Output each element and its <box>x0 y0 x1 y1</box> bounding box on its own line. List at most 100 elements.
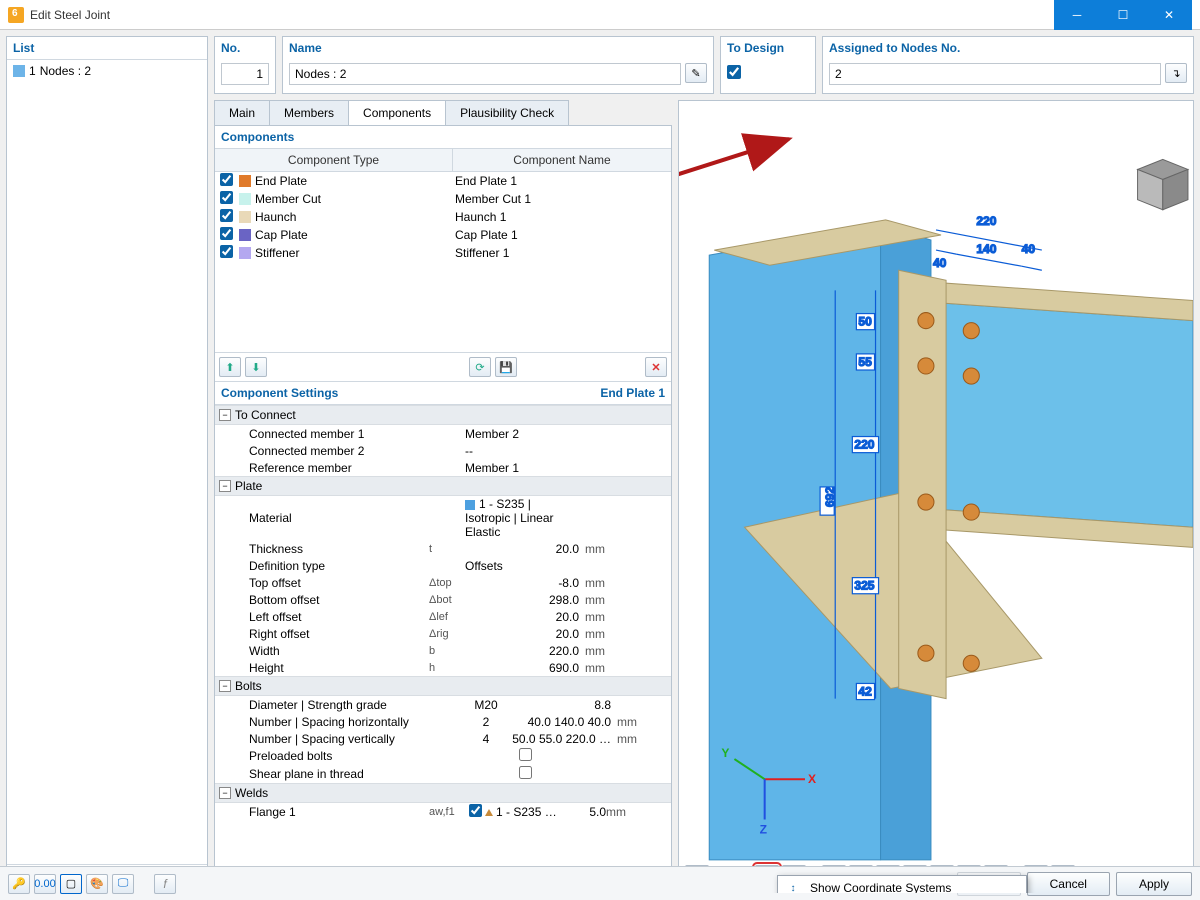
property-row[interactable]: Bottom offsetΔbot298.0mm <box>215 591 671 608</box>
units-button[interactable]: 🔑 <box>8 874 30 894</box>
components-header: Components <box>215 126 671 149</box>
color-swatch <box>239 193 251 205</box>
pick-nodes-button[interactable]: ↴ <box>1165 63 1187 83</box>
svg-text:220: 220 <box>976 214 996 228</box>
no-input[interactable] <box>221 63 269 85</box>
show-model-button[interactable]: ▢ <box>60 874 82 894</box>
collapse-icon[interactable]: − <box>219 480 231 492</box>
svg-text:220: 220 <box>854 438 874 452</box>
property-row[interactable]: Shear plane in thread <box>215 765 671 783</box>
name-input[interactable] <box>289 63 681 85</box>
group-header[interactable]: −Bolts <box>215 676 671 696</box>
property-row[interactable]: Connected member 1Member 2 <box>215 425 671 442</box>
component-checkbox[interactable] <box>220 209 233 222</box>
list-header: List <box>7 37 207 60</box>
property-row[interactable]: Number | Spacing vertically450.0 55.0 22… <box>215 730 671 747</box>
name-field-box: Name ✎ <box>282 36 714 94</box>
property-row[interactable]: Reference memberMember 1 <box>215 459 671 476</box>
save-button[interactable]: 💾 <box>495 357 517 377</box>
collapse-icon[interactable]: − <box>219 680 231 692</box>
display-options-menu: ↕ Show Coordinate Systems ⟷ Show Dimensi… <box>777 875 1027 894</box>
table-row[interactable]: Stiffener Stiffener 1 <box>215 244 671 262</box>
svg-text:42: 42 <box>858 685 872 699</box>
property-row[interactable]: Material1 - S235 | Isotropic | Linear El… <box>215 496 671 540</box>
svg-text:Y: Y <box>721 746 729 760</box>
tab-plausibility[interactable]: Plausibility Check <box>445 100 569 125</box>
menu-show-coord-systems[interactable]: ↕ Show Coordinate Systems <box>778 876 1026 894</box>
nodes-label: Assigned to Nodes No. <box>829 41 1187 55</box>
list-panel: List 1 Nodes : 2 ✳ ❐ ⇅ ▾ ✕ <box>6 36 208 894</box>
group-header[interactable]: −To Connect <box>215 405 671 425</box>
delete-component-button[interactable]: ✕ <box>645 357 667 377</box>
minimize-button[interactable]: ─ <box>1054 0 1100 30</box>
color-button[interactable]: 🎨 <box>86 874 108 894</box>
move-down-button[interactable]: ⬇ <box>245 357 267 377</box>
apply-button[interactable]: Apply <box>1116 872 1192 896</box>
list-item[interactable]: 1 Nodes : 2 <box>9 62 205 80</box>
color-swatch <box>239 247 251 259</box>
svg-text:X: X <box>808 772 816 786</box>
svg-text:692: 692 <box>823 487 837 507</box>
property-row[interactable]: Connected member 2-- <box>215 442 671 459</box>
property-row[interactable]: Thicknesst20.0mm <box>215 540 671 557</box>
nodes-field-box: Assigned to Nodes No. ↴ <box>822 36 1194 94</box>
table-row[interactable]: Member Cut Member Cut 1 <box>215 190 671 208</box>
tabs: Main Members Components Plausibility Che… <box>214 100 672 125</box>
tab-components[interactable]: Components <box>348 100 446 125</box>
property-row[interactable]: Definition typeOffsets <box>215 557 671 574</box>
no-label: No. <box>221 41 269 55</box>
node-icon <box>13 65 25 77</box>
svg-text:40: 40 <box>933 256 947 270</box>
property-row[interactable]: Preloaded bolts <box>215 747 671 765</box>
axes-icon: ↕ <box>784 880 802 894</box>
close-button[interactable]: ✕ <box>1146 0 1192 30</box>
property-row[interactable]: Left offsetΔlef20.0mm <box>215 608 671 625</box>
property-row[interactable]: Flange 1aw,f11 - S235 …5.0mm <box>215 803 671 821</box>
to-design-label: To Design <box>727 41 809 55</box>
move-up-button[interactable]: ⬆ <box>219 357 241 377</box>
function-button[interactable]: f <box>154 874 176 894</box>
property-row[interactable]: Right offsetΔrig20.0mm <box>215 625 671 642</box>
decimals-button[interactable]: 0.00 <box>34 874 56 894</box>
collapse-icon[interactable]: − <box>219 787 231 799</box>
edit-name-button[interactable]: ✎ <box>685 63 707 83</box>
display-button[interactable]: 🖵 <box>112 874 134 894</box>
component-checkbox[interactable] <box>220 173 233 186</box>
property-row[interactable]: Top offsetΔtop-8.0mm <box>215 574 671 591</box>
viewer-3d[interactable]: 220 40 140 40 50 55 220 325 42 69 <box>678 100 1194 894</box>
component-checkbox[interactable] <box>220 227 233 240</box>
tab-members[interactable]: Members <box>269 100 349 125</box>
refresh-button[interactable]: ⟳ <box>469 357 491 377</box>
property-row[interactable]: Widthb220.0mm <box>215 642 671 659</box>
collapse-icon[interactable]: − <box>219 409 231 421</box>
app-icon <box>8 7 24 23</box>
nodes-input[interactable] <box>829 63 1161 85</box>
table-row[interactable]: Haunch Haunch 1 <box>215 208 671 226</box>
titlebar: Edit Steel Joint ─ ☐ ✕ <box>0 0 1200 30</box>
svg-text:Z: Z <box>760 823 768 837</box>
svg-text:325: 325 <box>854 579 874 593</box>
property-checkbox[interactable] <box>519 748 532 761</box>
cancel-button[interactable]: Cancel <box>1027 872 1110 896</box>
group-header[interactable]: −Welds <box>215 783 671 803</box>
window-title: Edit Steel Joint <box>30 8 110 22</box>
component-checkbox[interactable] <box>220 191 233 204</box>
color-swatch <box>239 175 251 187</box>
property-checkbox[interactable] <box>519 766 532 779</box>
no-field-box: No. <box>214 36 276 94</box>
svg-text:140: 140 <box>976 242 996 256</box>
property-row[interactable]: Diameter | Strength gradeM208.8 <box>215 696 671 713</box>
tab-main[interactable]: Main <box>214 100 270 125</box>
property-row[interactable]: Number | Spacing horizontally240.0 140.0… <box>215 713 671 730</box>
group-header[interactable]: −Plate <box>215 476 671 496</box>
svg-text:55: 55 <box>858 355 872 369</box>
component-checkbox[interactable] <box>220 245 233 258</box>
to-design-checkbox[interactable] <box>727 65 741 79</box>
maximize-button[interactable]: ☐ <box>1100 0 1146 30</box>
table-row[interactable]: End Plate End Plate 1 <box>215 172 671 190</box>
current-component: End Plate 1 <box>600 386 665 400</box>
settings-grid[interactable]: −To ConnectConnected member 1Member 2Con… <box>215 405 671 874</box>
property-row[interactable]: Heighth690.0mm <box>215 659 671 676</box>
color-swatch <box>239 229 251 241</box>
table-row[interactable]: Cap Plate Cap Plate 1 <box>215 226 671 244</box>
